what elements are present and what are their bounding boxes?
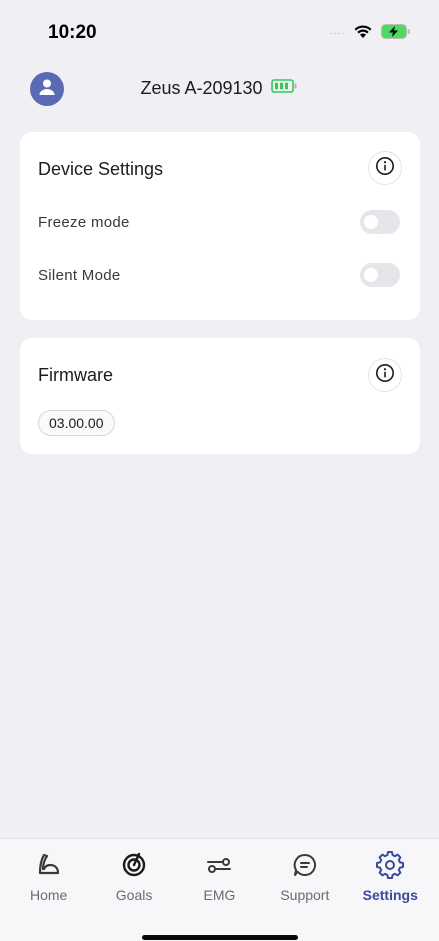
device-settings-card: Device Settings Freeze mode Silent Mode	[20, 132, 420, 320]
tab-label: EMG	[203, 887, 236, 903]
tab-settings[interactable]: Settings	[351, 851, 429, 903]
wifi-icon	[353, 24, 373, 39]
signal-indicator: ....	[329, 26, 345, 37]
tab-support[interactable]: Support	[266, 851, 344, 903]
firmware-title: Firmware	[38, 365, 113, 385]
header: Zeus A-209130	[0, 68, 439, 110]
silent-mode-toggle[interactable]	[360, 263, 400, 287]
target-icon	[120, 851, 148, 879]
tab-label: Goals	[115, 887, 153, 903]
chat-icon	[291, 851, 319, 879]
device-settings-info-button[interactable]	[368, 151, 402, 185]
status-indicators: ....	[330, 24, 411, 39]
device-name: Zeus A-209130	[140, 78, 263, 98]
firmware-card: Firmware 03.00.00	[20, 338, 420, 454]
battery-charging-icon	[381, 24, 411, 39]
silent-mode-row: Silent Mode	[38, 260, 400, 290]
status-bar: 10:20 ....	[0, 0, 439, 60]
device-info: Zeus A-209130	[0, 78, 439, 99]
firmware-version-badge: 03.00.00	[38, 410, 115, 436]
toggle-knob	[364, 215, 378, 229]
toggle-knob	[364, 268, 378, 282]
gear-icon	[376, 851, 405, 879]
tab-bar: Home Goals EMG Support Settings	[0, 838, 439, 941]
arm-flex-icon	[35, 851, 63, 879]
tab-list: Home Goals EMG Support Settings	[0, 851, 439, 903]
device-settings-title: Device Settings	[38, 159, 164, 179]
home-indicator	[142, 935, 298, 940]
device-battery-icon	[270, 79, 299, 98]
tab-label: Support	[280, 887, 330, 903]
tab-label: Home	[30, 887, 68, 903]
status-time: 10:20	[48, 22, 97, 43]
signal-path-icon	[205, 851, 233, 879]
tab-goals[interactable]: Goals	[95, 851, 173, 903]
tab-label: Settings	[362, 887, 418, 903]
info-icon	[375, 156, 395, 181]
tab-emg[interactable]: EMG	[180, 851, 258, 903]
firmware-info-button[interactable]	[368, 358, 402, 392]
info-icon	[375, 363, 395, 388]
silent-mode-label: Silent Mode	[38, 266, 121, 284]
freeze-mode-label: Freeze mode	[38, 213, 130, 231]
freeze-mode-row: Freeze mode	[38, 207, 400, 237]
tab-home[interactable]: Home	[10, 851, 88, 903]
freeze-mode-toggle[interactable]	[360, 210, 400, 234]
